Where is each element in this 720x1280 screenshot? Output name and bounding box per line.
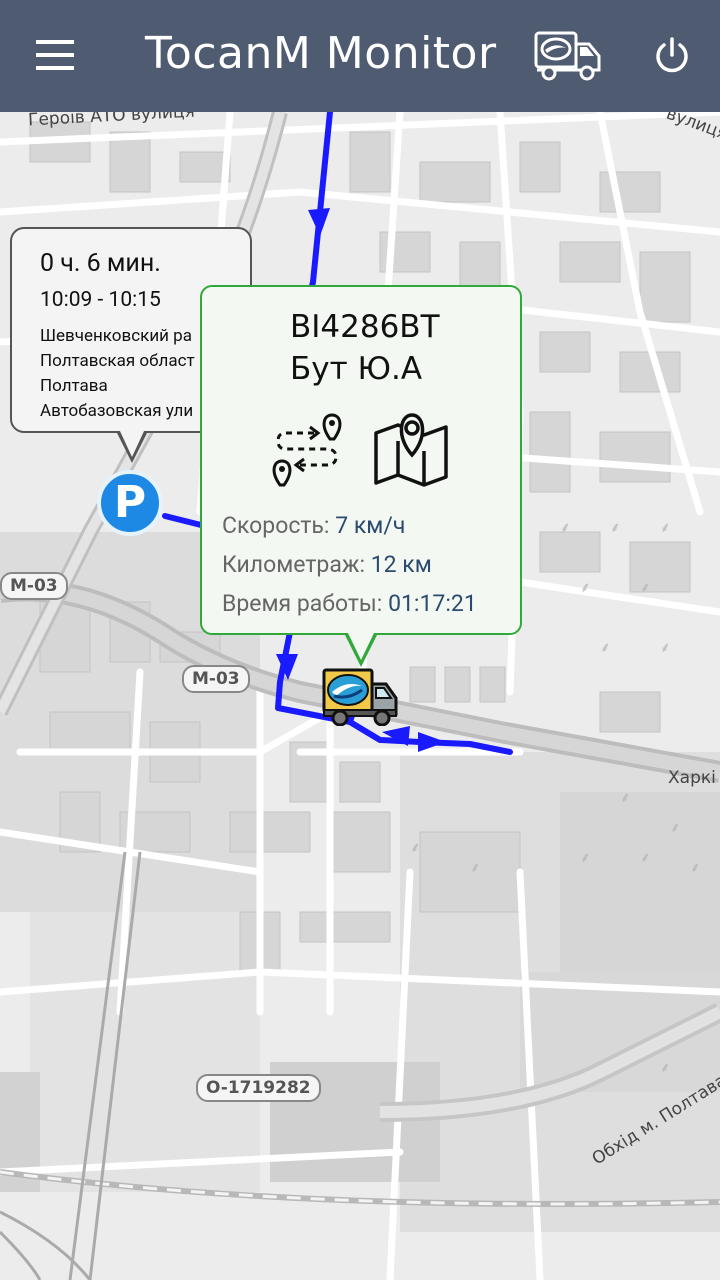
- svg-text:⸙: ⸙: [600, 640, 611, 656]
- power-icon[interactable]: [652, 36, 692, 76]
- svg-text:⸙: ⸙: [690, 860, 701, 876]
- worktime-label: Время работы:: [222, 590, 383, 617]
- svg-text:⸙: ⸙: [560, 520, 571, 536]
- svg-text:⸙: ⸙: [640, 580, 651, 596]
- vehicle-speed-row: Скорость: 7 км/ч: [222, 512, 405, 539]
- svg-text:⸙: ⸙: [660, 520, 671, 536]
- parking-popup-pointer-fill: [119, 429, 145, 457]
- svg-text:⸙: ⸙: [620, 790, 631, 806]
- road-label: M-03: [0, 572, 68, 600]
- app-bar: TocanM Monitor: [0, 0, 720, 112]
- parking-marker-letter: P: [113, 477, 147, 528]
- vehicle-mileage-row: Километраж: 12 км: [222, 551, 432, 578]
- speed-value: 7 км/ч: [335, 512, 406, 539]
- svg-text:⸙: ⸙: [660, 640, 671, 656]
- mileage-value: 12 км: [370, 551, 432, 578]
- vehicle-info-popup[interactable]: BI4286BT Бут Ю.А Скорость: 7 км/ч Киломе…: [200, 285, 522, 635]
- parking-marker-icon[interactable]: P: [97, 470, 163, 536]
- road-label: M-03: [182, 665, 250, 693]
- speed-label: Скорость:: [222, 512, 330, 539]
- svg-text:⸙: ⸙: [670, 820, 681, 836]
- mileage-label: Километраж:: [222, 551, 366, 578]
- vehicle-plate: BI4286BT: [290, 309, 440, 345]
- svg-text:⸙: ⸙: [580, 580, 591, 596]
- svg-text:⸙: ⸙: [410, 840, 421, 856]
- svg-text:⸙: ⸙: [470, 860, 481, 876]
- vehicle-popup-pointer-fill: [347, 631, 375, 660]
- hamburger-menu-icon[interactable]: [36, 40, 76, 70]
- svg-text:⸙: ⸙: [660, 1060, 671, 1076]
- vehicle-driver: Бут Ю.А: [290, 351, 423, 387]
- svg-text:⸙: ⸙: [640, 850, 651, 866]
- delivery-truck-icon[interactable]: [533, 30, 603, 82]
- worktime-value: 01:17:21: [388, 590, 477, 617]
- app-title: TocanM Monitor: [145, 28, 497, 79]
- svg-text:⸙: ⸙: [580, 850, 591, 866]
- map-icon[interactable]: [372, 411, 452, 487]
- route-icon[interactable]: [270, 411, 346, 487]
- street-label: Харкі: [668, 768, 716, 788]
- vehicle-truck-marker-icon[interactable]: [322, 668, 398, 727]
- svg-text:⸙: ⸙: [610, 520, 621, 536]
- vehicle-worktime-row: Время работы: 01:17:21: [222, 590, 477, 617]
- road-label: O-1719282: [196, 1074, 321, 1102]
- parking-duration: 0 ч. 6 мин.: [40, 249, 161, 278]
